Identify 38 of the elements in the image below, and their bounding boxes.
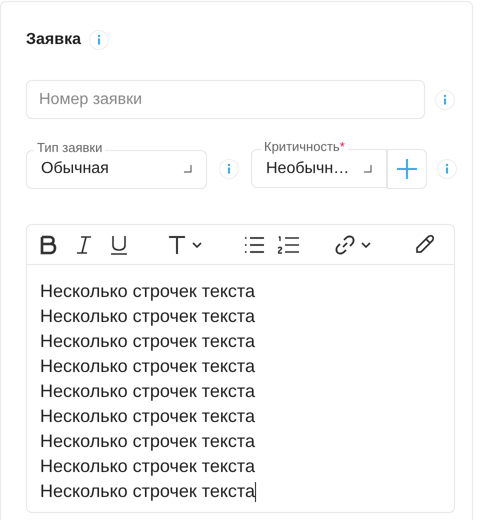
- info-icon[interactable]: [89, 30, 109, 50]
- chevron-down-icon: [361, 242, 371, 248]
- bullet-list-button[interactable]: [244, 236, 264, 254]
- editor-text-line: Несколько строчек текста: [40, 430, 255, 453]
- editor-text-line: Несколько строчек текста: [40, 380, 255, 403]
- info-icon[interactable]: [219, 159, 239, 179]
- numbered-list-button[interactable]: [278, 236, 299, 254]
- chevron-down-icon: [192, 242, 202, 248]
- numbered-list-icon: [278, 236, 299, 254]
- input-field[interactable]: Номер заявки: [26, 80, 425, 119]
- link-dropdown[interactable]: [335, 234, 371, 254]
- text-style-dropdown[interactable]: [168, 234, 202, 254]
- underline-button[interactable]: [110, 234, 128, 254]
- italic-button[interactable]: [76, 234, 92, 254]
- italic-icon: [76, 234, 92, 254]
- add-button[interactable]: [387, 149, 427, 189]
- editor-text-line: Несколько строчек текста: [40, 305, 255, 328]
- field-value: Обычная: [41, 159, 110, 179]
- bold-button[interactable]: [40, 234, 57, 254]
- editor-text-line: Несколько строчек текста: [40, 480, 255, 503]
- editor-text-line: Несколько строчек текста: [40, 330, 255, 353]
- section-title: Заявка: [26, 30, 81, 50]
- bold-icon: [40, 234, 57, 254]
- field-value: Необычн…: [266, 158, 350, 178]
- editor-text-line: Несколько строчек текста: [40, 280, 255, 303]
- editor-text-line: Несколько строчек текста: [40, 455, 255, 478]
- link-icon: [335, 234, 355, 254]
- underline-icon: [110, 234, 128, 254]
- dropdown-corner-icon: [364, 164, 372, 172]
- plus-icon: [397, 159, 417, 179]
- dropdown-corner-icon: [184, 165, 192, 173]
- text-cursor: [255, 482, 256, 502]
- info-icon[interactable]: [437, 159, 457, 179]
- bullet-list-icon: [244, 236, 264, 254]
- info-icon[interactable]: [435, 90, 455, 110]
- editor-text-line: Несколько строчек текста: [40, 355, 255, 378]
- text-icon: [168, 234, 186, 254]
- editor-text-line: Несколько строчек текста: [40, 405, 255, 428]
